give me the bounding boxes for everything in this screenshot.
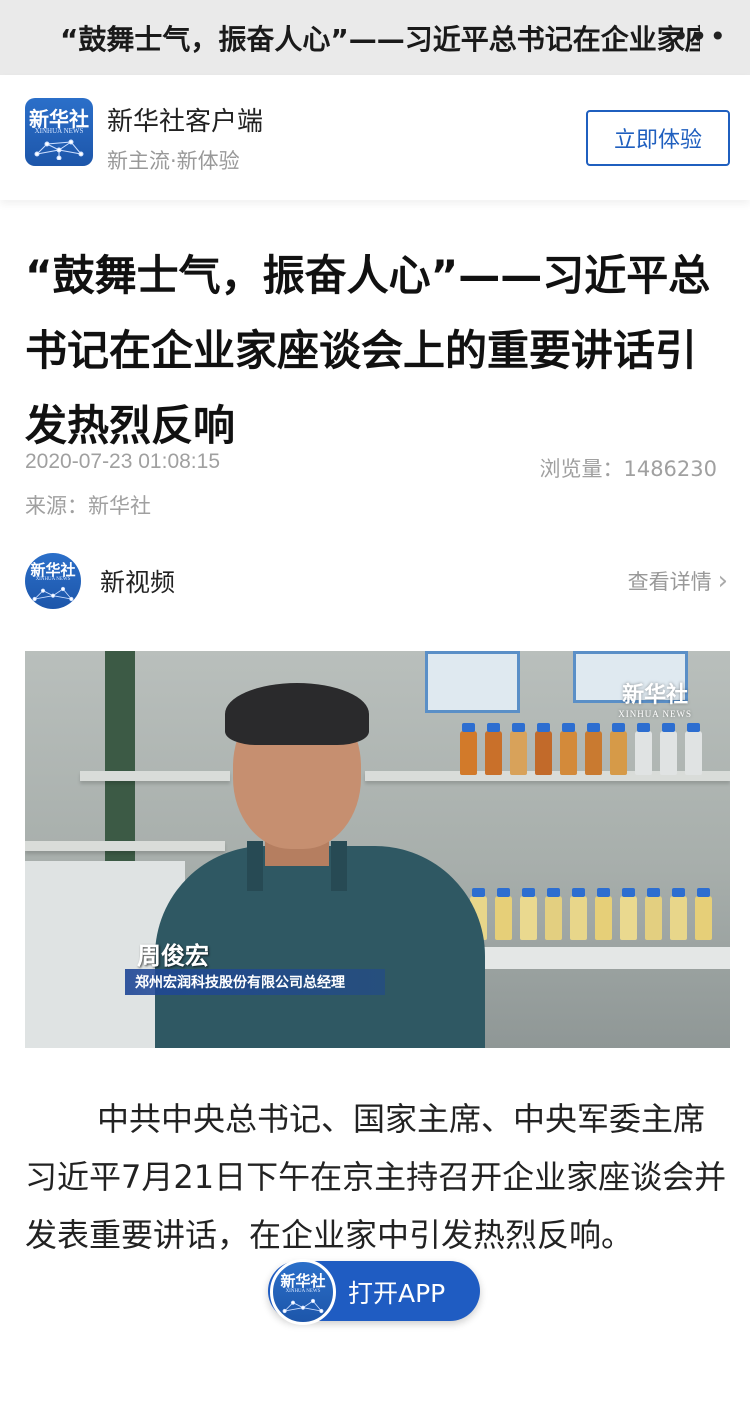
- video-bottle: [545, 888, 562, 940]
- video-bottle: [560, 723, 577, 775]
- channel-avatar-en: XINHUA NEWS: [35, 577, 71, 582]
- channel-avatar[interactable]: 新华社 XINHUA NEWS: [25, 553, 81, 609]
- video-bottle: [685, 723, 702, 775]
- open-app-logo-en: XINHUA NEWS: [285, 1289, 321, 1294]
- video-bottle: [645, 888, 662, 940]
- more-options-icon[interactable]: •••: [672, 20, 728, 53]
- video-bottle: [670, 888, 687, 940]
- video-shelf: [80, 771, 230, 781]
- app-name: 新华社客户端: [107, 107, 264, 137]
- video-speaker-title: 郑州宏润科技股份有限公司总经理: [135, 975, 345, 991]
- title-bar: “鼓舞士气，振奋人心”——习近平总书记在企业家座… •••: [0, 0, 750, 75]
- view-count: 浏览量：1486230: [539, 457, 717, 481]
- video-bottle: [535, 723, 552, 775]
- xinhua-logo: 新华社 XINHUA NEWS: [270, 1259, 336, 1325]
- video-bottle: [485, 723, 502, 775]
- video-bottle: [585, 723, 602, 775]
- video-shelf: [25, 841, 225, 851]
- video-watermark-en: XINHUA NEWS: [618, 709, 692, 719]
- chevron-right-icon: ›: [717, 566, 728, 596]
- video-bench: [455, 947, 730, 969]
- network-mesh-icon: [32, 586, 74, 602]
- open-app-logo-cn: 新华社: [280, 1272, 326, 1290]
- video-bottle: [610, 723, 627, 775]
- channel-name[interactable]: 新视频: [100, 563, 175, 599]
- xinhua-logo-en: XINHUA NEWS: [34, 127, 84, 135]
- video-bottle: [510, 723, 527, 775]
- view-details-link[interactable]: 查看详情 ›: [628, 566, 728, 596]
- video-poster: [425, 651, 520, 713]
- video-bottle: [595, 888, 612, 940]
- video-bottle: [695, 888, 712, 940]
- view-details-label: 查看详情: [627, 570, 712, 594]
- video-bottle: [570, 888, 587, 940]
- network-mesh-icon: [34, 139, 84, 160]
- video-bottle: [635, 723, 652, 775]
- video-watermark-cn: 新华社: [622, 683, 689, 708]
- video-bottle: [520, 888, 537, 940]
- publish-time: 2020-07-23 01:08:15: [25, 450, 220, 473]
- video-bottle: [460, 723, 477, 775]
- video-bottle: [495, 888, 512, 940]
- app-slogan: 新主流·新体验: [107, 149, 240, 173]
- open-app-button[interactable]: 新华社 XINHUA NEWS 打开APP: [268, 1259, 480, 1325]
- page-title: “鼓舞士气，振奋人心”——习近平总书记在企业家座…: [60, 23, 700, 56]
- video-speaker-name: 周俊宏: [137, 942, 209, 970]
- try-now-button[interactable]: 立即体验: [586, 110, 730, 166]
- video-bottle: [660, 723, 677, 775]
- video-person-hair: [225, 683, 369, 745]
- open-app-label: 打开APP: [348, 1279, 446, 1308]
- article-headline: “鼓舞士气，振奋人心”——习近平总书记在企业家座谈会上的重要讲话引发热烈反响: [25, 251, 711, 450]
- video-pillar: [105, 651, 135, 861]
- xinhua-logo: 新华社 XINHUA NEWS: [25, 98, 93, 166]
- video-watermark: 新华社 XINHUA NEWS: [618, 677, 692, 719]
- video-person-collar: [247, 841, 347, 891]
- article-paragraph: 中共中央总书记、国家主席、中央军委主席习近平7月21日下午在京主持召开企业家座谈…: [25, 1100, 727, 1254]
- app-promo-banner: 新华社 XINHUA NEWS 新华社客户端 新主流·新体验 立即体验: [0, 75, 750, 200]
- video-bottle: [620, 888, 637, 940]
- network-mesh-icon: [282, 1298, 324, 1314]
- video-player[interactable]: 新华社 XINHUA NEWS 周俊宏 郑州宏润科技股份有限公司总经理: [25, 651, 730, 1048]
- article-source: 来源：新华社: [25, 494, 151, 518]
